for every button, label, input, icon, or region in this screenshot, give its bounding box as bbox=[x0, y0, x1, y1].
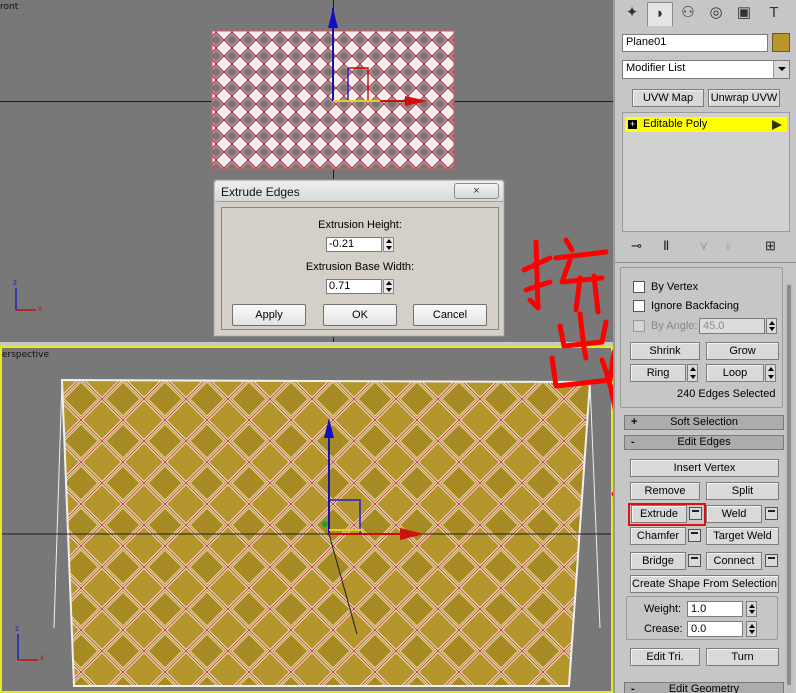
create-shape-button[interactable]: Create Shape From Selection bbox=[630, 575, 779, 593]
extrude-settings-icon[interactable] bbox=[689, 507, 702, 520]
create-icon[interactable]: ✦ bbox=[619, 2, 645, 26]
ignore-backfacing-label: Ignore Backfacing bbox=[651, 300, 740, 312]
split-button[interactable]: Split bbox=[706, 482, 779, 500]
shrink-button[interactable]: Shrink bbox=[630, 342, 700, 360]
chamfer-button[interactable]: Chamfer bbox=[630, 527, 686, 545]
loop-spinner[interactable] bbox=[765, 364, 776, 382]
stack-item-editable-poly[interactable]: + Editable Poly bbox=[625, 117, 787, 132]
expand-icon[interactable]: + bbox=[628, 120, 637, 129]
extrusion-height-spinner[interactable] bbox=[383, 237, 394, 252]
crease-spinner[interactable] bbox=[746, 621, 757, 637]
weight-label: Weight: bbox=[644, 603, 682, 615]
chamfer-settings-icon[interactable] bbox=[688, 529, 701, 542]
apply-button[interactable]: Apply bbox=[232, 304, 306, 326]
gizmo-z-arrow bbox=[328, 8, 338, 28]
dialog-title: Extrude Edges bbox=[221, 185, 300, 199]
soft-selection-rollout[interactable]: + Soft Selection bbox=[624, 415, 784, 430]
weld-button[interactable]: Weld bbox=[706, 505, 762, 523]
remove-modifier-icon[interactable]: ♁ bbox=[723, 236, 733, 256]
extrude-button[interactable]: Extrude bbox=[631, 505, 687, 523]
uvw-map-button[interactable]: UVW Map bbox=[632, 89, 704, 107]
crease-label: Crease: bbox=[644, 623, 683, 635]
by-angle-spinner[interactable] bbox=[766, 318, 777, 334]
ignore-backfacing-checkbox[interactable] bbox=[633, 300, 645, 312]
extrude-edges-dialog[interactable]: Extrude Edges × Extrusion Height: -0.21 … bbox=[213, 179, 505, 337]
object-name-field[interactable]: Plane01 bbox=[622, 34, 768, 52]
stack-item-label: Editable Poly bbox=[643, 118, 708, 130]
edit-edges-rollout[interactable]: - Edit Edges bbox=[624, 435, 784, 450]
bridge-settings-icon[interactable] bbox=[688, 554, 701, 567]
connect-settings-icon[interactable] bbox=[765, 554, 778, 567]
configure-modifier-sets-icon[interactable]: ⊞ bbox=[765, 236, 776, 256]
connect-button[interactable]: Connect bbox=[706, 552, 762, 570]
target-weld-button[interactable]: Target Weld bbox=[706, 527, 779, 545]
display-icon[interactable]: ▣ bbox=[731, 2, 757, 26]
by-angle-label: By Angle: bbox=[651, 320, 698, 332]
front-axis-x-label: x bbox=[38, 304, 42, 313]
extrusion-base-width-spinner[interactable] bbox=[383, 279, 394, 294]
by-angle-checkbox[interactable] bbox=[633, 320, 645, 332]
dialog-body: Extrusion Height: -0.21 Extrusion Base W… bbox=[221, 207, 499, 330]
by-vertex-checkbox[interactable] bbox=[633, 281, 645, 293]
modify-icon[interactable]: ◗ bbox=[647, 2, 673, 26]
edit-geometry-rollout[interactable]: - Edit Geometry bbox=[624, 682, 784, 693]
pin-stack-icon[interactable]: ⊸ bbox=[631, 236, 642, 256]
weight-spinner[interactable] bbox=[746, 601, 757, 617]
extrusion-height-field[interactable]: -0.21 bbox=[326, 237, 382, 252]
chevron-down-icon[interactable] bbox=[773, 61, 789, 78]
dialog-titlebar[interactable]: Extrude Edges × bbox=[215, 181, 503, 202]
motion-icon[interactable]: ◎ bbox=[703, 2, 729, 26]
panel-scroll-thumb[interactable] bbox=[787, 285, 791, 685]
edit-edges-sign: - bbox=[631, 436, 635, 448]
by-vertex-label: By Vertex bbox=[651, 281, 699, 293]
modifier-stack: + Editable Poly bbox=[622, 112, 790, 232]
triangle-icon[interactable] bbox=[772, 120, 783, 130]
utilities-icon[interactable]: T bbox=[761, 2, 787, 26]
ring-button[interactable]: Ring bbox=[630, 364, 686, 382]
extrusion-base-width-label: Extrusion Base Width: bbox=[305, 261, 415, 273]
by-angle-field[interactable]: 45.0 bbox=[699, 318, 765, 334]
edit-edges-label: Edit Edges bbox=[677, 436, 731, 448]
soft-selection-label: Soft Selection bbox=[670, 416, 738, 428]
loop-button[interactable]: Loop bbox=[706, 364, 764, 382]
object-color-swatch[interactable] bbox=[772, 33, 790, 52]
pivot-point bbox=[322, 521, 328, 527]
remove-button[interactable]: Remove bbox=[630, 482, 700, 500]
modifier-list-label: Modifier List bbox=[626, 62, 686, 74]
annotation-text: 挤出 bbox=[510, 230, 512, 231]
unwrap-uvw-button[interactable]: Unwrap UVW bbox=[708, 89, 780, 107]
crease-field[interactable]: 0.0 bbox=[687, 621, 743, 637]
edit-geometry-sign: - bbox=[631, 683, 635, 693]
weight-field[interactable]: 1.0 bbox=[687, 601, 743, 617]
extrusion-height-label: Extrusion Height: bbox=[318, 219, 402, 231]
edit-tri-button[interactable]: Edit Tri. bbox=[630, 648, 700, 666]
ok-button[interactable]: OK bbox=[323, 304, 397, 326]
extrusion-base-width-field[interactable]: 0.71 bbox=[326, 279, 382, 294]
show-end-result-icon[interactable]: Ⅱ bbox=[663, 236, 669, 256]
ring-spinner[interactable] bbox=[687, 364, 698, 382]
close-icon[interactable]: × bbox=[454, 183, 499, 199]
command-panel: ✦ ◗ ⚇ ◎ ▣ T Plane01 Modifier List UVW Ma… bbox=[613, 0, 796, 693]
make-unique-icon[interactable]: ⋎ bbox=[699, 236, 709, 256]
modifier-list-dropdown[interactable]: Modifier List bbox=[622, 60, 790, 79]
selection-status: 240 Edges Selected bbox=[677, 388, 776, 400]
command-panel-tabs: ✦ ◗ ⚇ ◎ ▣ T bbox=[615, 0, 796, 28]
persp-axis-z-label: z bbox=[15, 624, 19, 633]
turn-button[interactable]: Turn bbox=[706, 648, 779, 666]
hierarchy-icon[interactable]: ⚇ bbox=[675, 2, 701, 26]
grow-button[interactable]: Grow bbox=[706, 342, 779, 360]
persp-axis-x-label: x bbox=[40, 653, 44, 662]
insert-vertex-button[interactable]: Insert Vertex bbox=[630, 459, 779, 477]
weld-settings-icon[interactable] bbox=[765, 507, 778, 520]
soft-selection-sign: + bbox=[631, 416, 638, 428]
edit-geometry-label: Edit Geometry bbox=[668, 683, 740, 693]
front-axis-z-label: z bbox=[13, 278, 17, 287]
bridge-button[interactable]: Bridge bbox=[630, 552, 686, 570]
cancel-button[interactable]: Cancel bbox=[413, 304, 487, 326]
